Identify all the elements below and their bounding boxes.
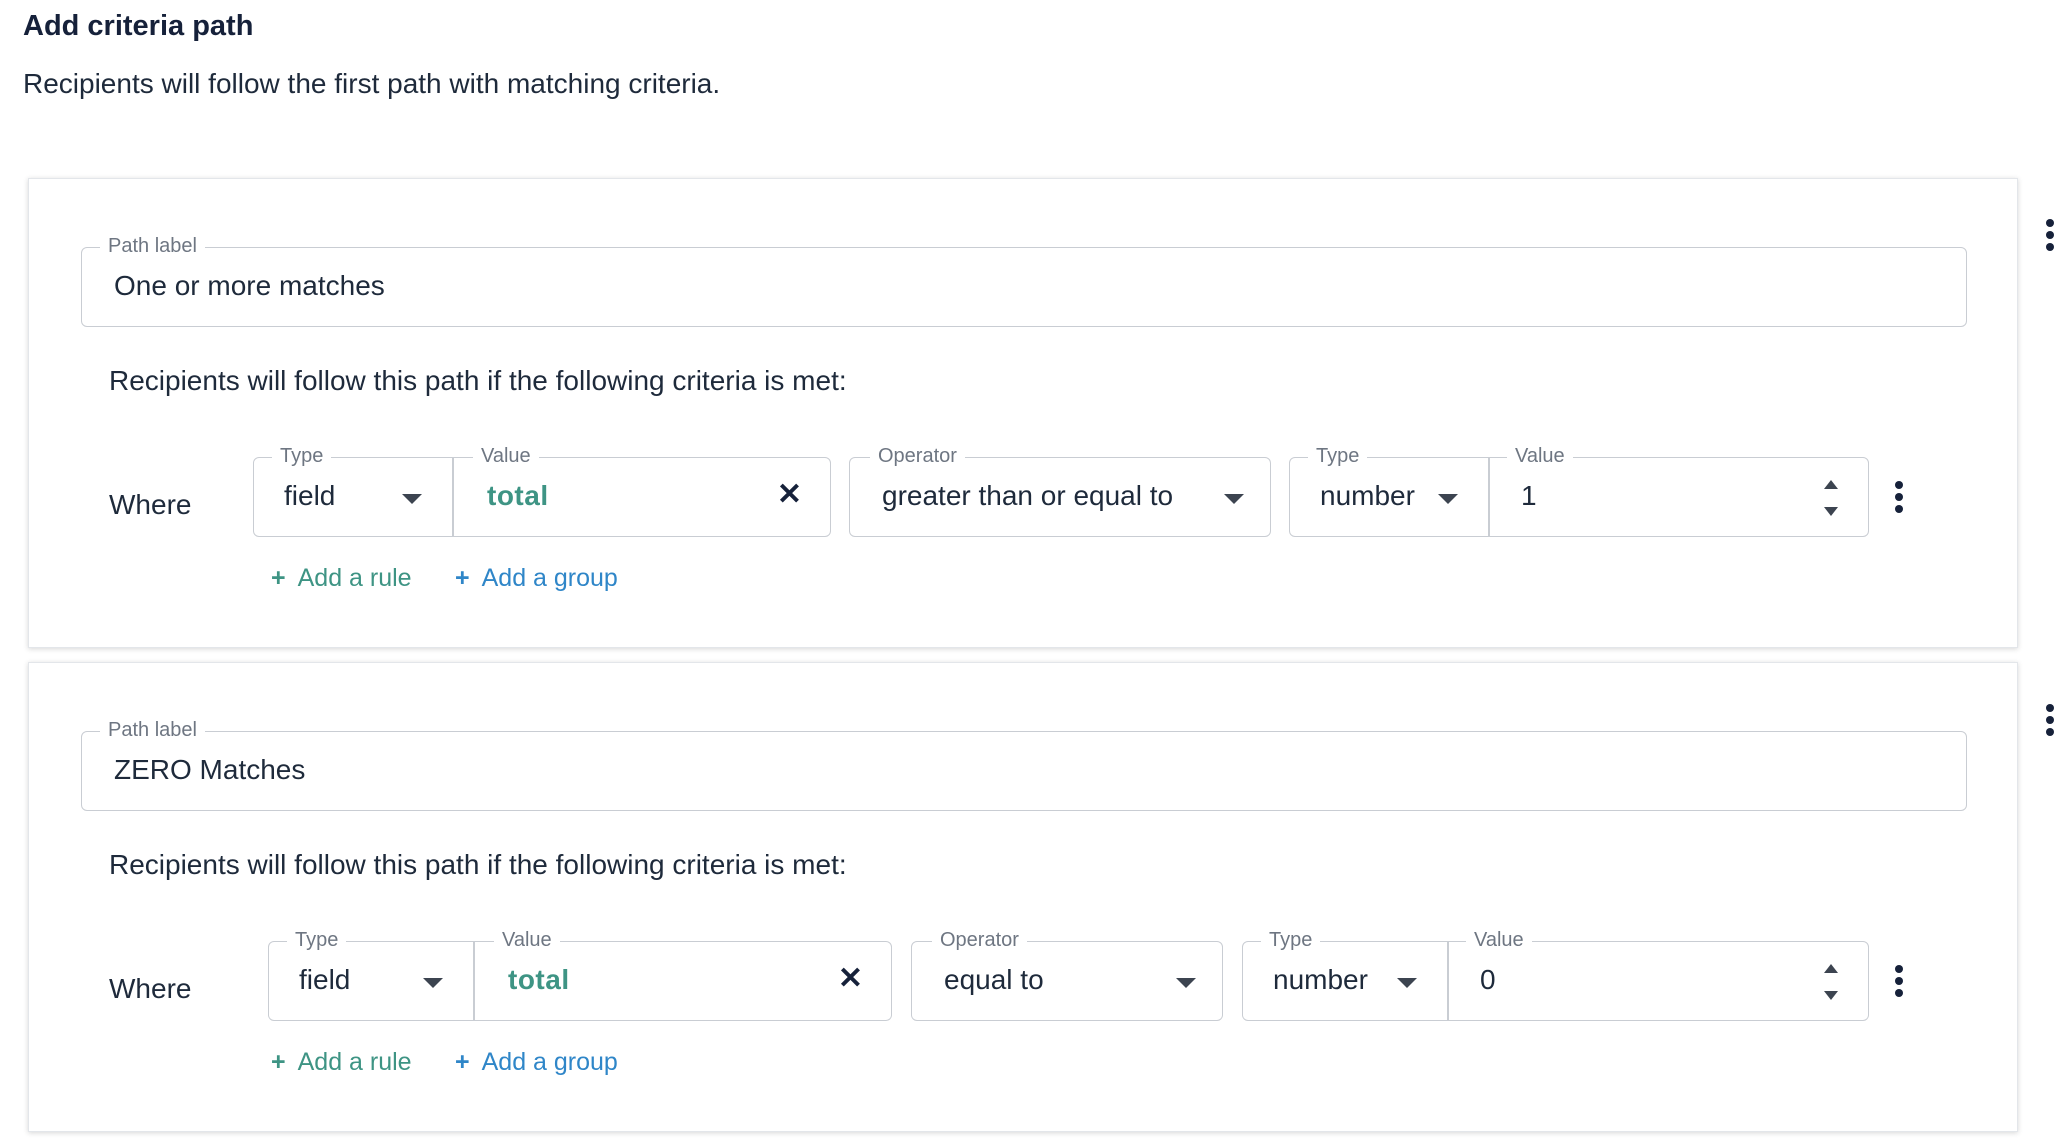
page-title: Add criteria path [23, 10, 254, 42]
where-label: Where [109, 973, 192, 1004]
caret-down-icon [423, 978, 443, 988]
right-type-value: number [1320, 480, 1415, 511]
path-label-input[interactable]: One or more matches [114, 270, 385, 302]
plus-icon: + [271, 1048, 286, 1076]
left-value-field[interactable]: Value total ✕ [474, 928, 891, 1020]
left-operand-group: Type field Value total ✕ [253, 444, 831, 537]
left-type-caption: Type [287, 928, 347, 952]
left-type-select[interactable]: Type field [269, 928, 473, 1020]
plus-icon: + [271, 564, 286, 592]
operator-value: greater than or equal to [882, 480, 1174, 511]
right-value-input[interactable]: Value 1 [1489, 444, 1868, 536]
operator-select[interactable]: Operator equal to [911, 928, 1223, 1021]
criteria-description: Recipients will follow this path if the … [109, 849, 847, 880]
left-value-caption: Value [473, 444, 539, 468]
path-label-input[interactable]: ZERO Matches [114, 754, 305, 786]
operator-select[interactable]: Operator greater than or equal to [849, 444, 1271, 537]
add-group-button[interactable]: + Add a group [455, 564, 618, 593]
plus-icon: + [455, 564, 470, 592]
path-label-field[interactable]: Path label One or more matches [81, 234, 1967, 327]
left-type-select[interactable]: Type field [254, 444, 452, 536]
path-more-icon[interactable] [2040, 700, 2060, 740]
clear-icon[interactable]: ✕ [777, 480, 802, 510]
left-value-field[interactable]: Value total ✕ [453, 444, 830, 536]
operator-caption: Operator [870, 444, 965, 468]
path-card: Path label One or more matches Recipient… [28, 178, 2018, 648]
add-rule-label: Add a rule [297, 564, 412, 592]
path-more-icon[interactable] [2040, 215, 2060, 255]
right-value-input[interactable]: Value 0 [1448, 928, 1868, 1020]
caret-down-icon [1224, 494, 1244, 504]
add-group-button[interactable]: + Add a group [455, 1048, 618, 1077]
caret-down-icon [402, 494, 422, 504]
right-type-select[interactable]: Type number [1290, 444, 1488, 536]
right-type-caption: Type [1261, 928, 1321, 952]
add-group-label: Add a group [481, 1048, 618, 1076]
path-label-field[interactable]: Path label ZERO Matches [81, 718, 1967, 811]
caret-down-icon [1438, 494, 1458, 504]
number-stepper-icon[interactable] [1824, 480, 1838, 516]
left-type-caption: Type [272, 444, 332, 468]
right-value-number: 1 [1521, 480, 1537, 511]
left-type-value: field [284, 480, 336, 511]
left-operand-group: Type field Value total ✕ [268, 928, 892, 1021]
clear-icon[interactable]: ✕ [838, 964, 863, 994]
left-value-caption: Value [494, 928, 560, 952]
caret-down-icon [1176, 978, 1196, 988]
left-value-token: total [508, 964, 570, 995]
right-operand-group: Type number Value 1 [1289, 444, 1869, 537]
right-type-select[interactable]: Type number [1243, 928, 1447, 1020]
where-label: Where [109, 489, 192, 520]
right-type-value: number [1273, 964, 1368, 995]
criteria-description: Recipients will follow this path if the … [109, 365, 847, 396]
right-value-number: 0 [1480, 964, 1496, 995]
right-type-caption: Type [1308, 444, 1368, 468]
right-value-caption: Value [1466, 928, 1532, 952]
path-label-caption: Path label [100, 234, 205, 258]
path-card: Path label ZERO Matches Recipients will … [28, 662, 2018, 1132]
left-type-value: field [299, 964, 351, 995]
number-stepper-icon[interactable] [1824, 964, 1838, 1000]
path-label-caption: Path label [100, 718, 205, 742]
rule-more-icon[interactable] [1889, 961, 1909, 1001]
add-rule-button[interactable]: + Add a rule [271, 1048, 412, 1077]
plus-icon: + [455, 1048, 470, 1076]
add-rule-label: Add a rule [297, 1048, 412, 1076]
add-rule-button[interactable]: + Add a rule [271, 564, 412, 593]
operator-caption: Operator [932, 928, 1027, 952]
add-group-label: Add a group [481, 564, 618, 592]
right-value-caption: Value [1507, 444, 1573, 468]
right-operand-group: Type number Value 0 [1242, 928, 1869, 1021]
left-value-token: total [487, 480, 549, 511]
operator-value: equal to [944, 964, 1044, 995]
page-subtitle: Recipients will follow the first path wi… [23, 68, 721, 99]
caret-down-icon [1397, 978, 1417, 988]
rule-more-icon[interactable] [1889, 477, 1909, 517]
